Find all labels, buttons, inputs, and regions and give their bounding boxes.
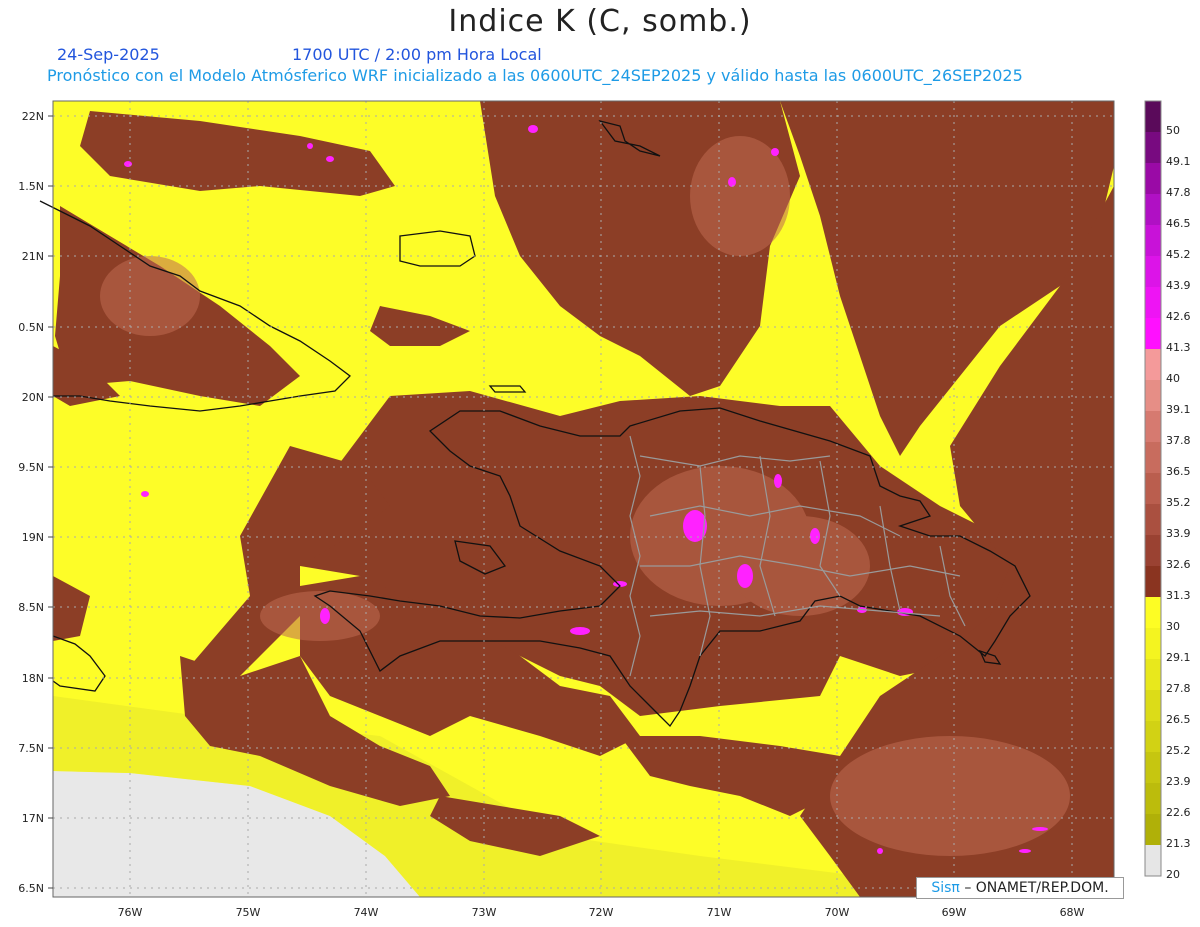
colorbar-swatches — [1144, 100, 1162, 877]
colorbar-swatch — [1145, 814, 1161, 845]
colorbar-label: 42.6 — [1166, 310, 1191, 323]
colorbar-label: 25.2 — [1166, 744, 1191, 757]
colorbar-label: 45.2 — [1166, 248, 1191, 261]
colorbar-swatch — [1145, 380, 1161, 411]
colorbar-swatch — [1145, 194, 1161, 225]
colorbar-swatch — [1145, 659, 1161, 690]
map-frame — [39, 100, 1115, 898]
colorbar-swatch — [1145, 411, 1161, 442]
lon-label: 70W — [825, 906, 850, 919]
valid-time: 1700 UTC / 2:00 pm Hora Local — [292, 45, 542, 64]
longitude-labels: 76W 75W 74W 73W 72W 71W 70W 69W 68W — [118, 906, 1085, 919]
lon-label: 71W — [707, 906, 732, 919]
lon-label: 76W — [118, 906, 143, 919]
colorbar-label: 22.6 — [1166, 806, 1191, 819]
colorbar-swatch — [1145, 752, 1161, 783]
lat-label: 0.5N — [18, 321, 44, 334]
colorbar-label: 43.9 — [1166, 279, 1191, 292]
colorbar-swatch — [1145, 597, 1161, 628]
lon-label: 68W — [1060, 906, 1085, 919]
lat-label: 6.5N — [18, 882, 44, 895]
colorbar-label: 35.2 — [1166, 496, 1191, 509]
lat-label: 19N — [22, 531, 44, 544]
lat-label: 8.5N — [18, 601, 44, 614]
credit-box: Sisπ – ONAMET/REP.DOM. — [916, 877, 1124, 899]
colorbar-swatch — [1145, 225, 1161, 256]
colorbar-swatch — [1145, 566, 1161, 597]
colorbar-label: 50 — [1166, 124, 1180, 137]
colorbar-label: 32.6 — [1166, 558, 1191, 571]
lat-label: 7.5N — [18, 742, 44, 755]
colorbar-label: 49.1 — [1166, 155, 1191, 168]
colorbar-swatch — [1145, 442, 1161, 473]
colorbar-swatch — [1145, 318, 1161, 349]
colorbar-label: 36.5 — [1166, 465, 1191, 478]
colorbar-swatch — [1145, 535, 1161, 566]
colorbar-swatch — [1145, 287, 1161, 318]
colorbar-label: 47.8 — [1166, 186, 1191, 199]
lon-label: 74W — [354, 906, 379, 919]
colorbar-swatch — [1145, 349, 1161, 380]
colorbar-swatch — [1145, 783, 1161, 814]
k-index-map: 76W 75W 74W 73W 72W 71W 70W 69W 68W 22N … — [18, 100, 1191, 919]
colorbar-swatch — [1145, 132, 1161, 163]
lat-label: 9.5N — [18, 461, 44, 474]
colorbar-label: 46.5 — [1166, 217, 1191, 230]
lon-label: 69W — [942, 906, 967, 919]
lon-label: 73W — [472, 906, 497, 919]
colorbar-label: 40 — [1166, 372, 1180, 385]
lat-label: 18N — [22, 672, 44, 685]
credit-text: – ONAMET/REP.DOM. — [964, 880, 1109, 896]
lat-label: 21N — [22, 250, 44, 263]
lat-label: 1.5N — [18, 180, 44, 193]
colorbar-label: 21.3 — [1166, 837, 1191, 850]
colorbar-label: 39.1 — [1166, 403, 1191, 416]
forecast-description: Pronóstico con el Modelo Atmósferico WRF… — [47, 66, 1023, 85]
lon-label: 75W — [236, 906, 261, 919]
colorbar-swatch — [1145, 256, 1161, 287]
colorbar-label: 23.9 — [1166, 775, 1191, 788]
colorbar-label: 29.1 — [1166, 651, 1191, 664]
colorbar-swatch — [1145, 163, 1161, 194]
colorbar-swatch — [1145, 690, 1161, 721]
latitude-labels: 22N 1.5N 21N 0.5N 20N 9.5N 19N 8.5N 18N … — [18, 110, 44, 895]
lon-label: 72W — [589, 906, 614, 919]
colorbar-swatch — [1145, 845, 1161, 876]
colorbar-label: 31.3 — [1166, 589, 1191, 602]
colorbar-label: 30 — [1166, 620, 1180, 633]
colorbar-swatch — [1145, 504, 1161, 535]
axis-ticks — [48, 115, 53, 889]
colorbar-label: 33.9 — [1166, 527, 1191, 540]
valid-date: 24-Sep-2025 — [57, 45, 160, 64]
lat-label: 20N — [22, 391, 44, 404]
colorbar: 50 49.1 47.8 46.5 45.2 43.9 42.6 41.3 40… — [1144, 100, 1191, 881]
colorbar-label: 41.3 — [1166, 341, 1191, 354]
sispi-logo: Sisπ — [931, 880, 960, 896]
colorbar-swatch — [1145, 628, 1161, 659]
colorbar-swatch — [1145, 101, 1161, 132]
lat-label: 22N — [22, 110, 44, 123]
colorbar-swatch — [1145, 473, 1161, 504]
colorbar-label: 37.8 — [1166, 434, 1191, 447]
map-title: Indice K (C, somb.) — [448, 4, 752, 39]
lat-label: 17N — [22, 812, 44, 825]
colorbar-swatch — [1145, 721, 1161, 752]
colorbar-label: 27.8 — [1166, 682, 1191, 695]
colorbar-label: 26.5 — [1166, 713, 1191, 726]
colorbar-labels: 50 49.1 47.8 46.5 45.2 43.9 42.6 41.3 40… — [1166, 124, 1191, 881]
colorbar-label: 20 — [1166, 868, 1180, 881]
